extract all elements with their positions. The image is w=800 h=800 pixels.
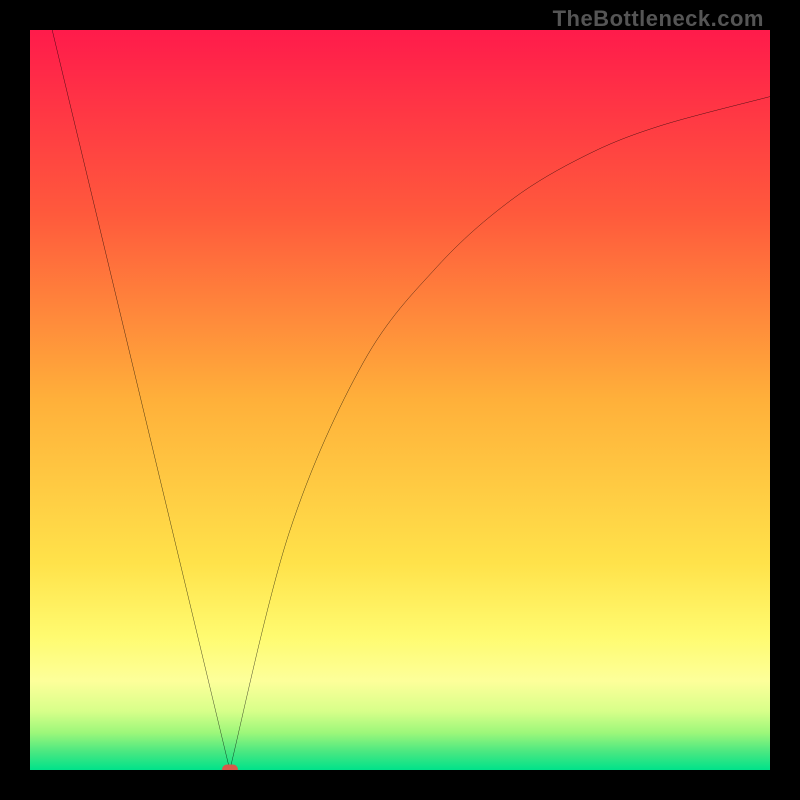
chart-frame: TheBottleneck.com (0, 0, 800, 800)
bottleneck-curve (30, 30, 770, 770)
attribution-label: TheBottleneck.com (553, 6, 764, 32)
optimal-point-marker (222, 765, 238, 771)
plot-area (30, 30, 770, 770)
